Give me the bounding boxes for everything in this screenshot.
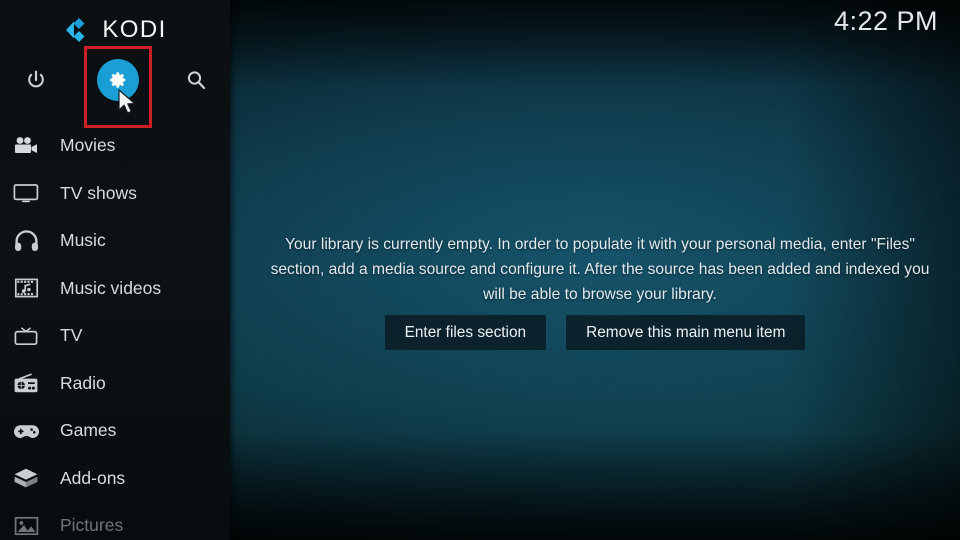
sidebar-item-label: Music videos [60,277,162,298]
sidebar-item-games[interactable]: Games [0,407,230,455]
sidebar-item-label: Movies [60,135,116,156]
movie-camera-icon [8,131,44,161]
sidebar-menu: Movies TV shows Music Music videos TV Ra… [0,122,230,540]
sidebar-item-label: Music [60,230,106,251]
search-button[interactable] [174,58,218,102]
sidebar-item-label: TV [60,325,83,346]
kodi-logo-icon [66,18,85,42]
brand-name: KODI [102,16,167,43]
search-icon [187,71,206,90]
clock: 4:22 PM [833,6,938,36]
kodi-home-screen: 4:22 PM Your library is currently empty.… [0,0,960,540]
top-icon-row [0,56,230,106]
sidebar-item-label: Pictures [60,515,124,536]
picture-frame-icon [8,511,44,540]
sidebar-item-tv-shows[interactable]: TV shows [0,170,230,218]
sidebar: KODI Movies TV shows Music Music videos … [0,0,230,540]
headphones-icon [8,226,44,256]
empty-library-message: Your library is currently empty. In orde… [270,236,930,303]
radio-icon [8,368,44,398]
power-icon [28,70,44,88]
action-button-row: Enter files section Remove this main men… [230,315,960,350]
power-button[interactable] [14,58,58,102]
sidebar-item-add-ons[interactable]: Add-ons [0,455,230,503]
gear-icon [110,72,126,88]
sidebar-item-radio[interactable]: Radio [0,360,230,408]
tv-antenna-icon [8,321,44,351]
mouse-cursor [118,89,136,114]
film-music-icon [8,273,44,303]
sidebar-item-music[interactable]: Music [0,217,230,265]
sidebar-item-tv[interactable]: TV [0,312,230,360]
sidebar-item-label: Games [60,420,117,441]
sidebar-item-movies[interactable]: Movies [0,122,230,170]
gamepad-icon [8,416,44,446]
sidebar-item-pictures[interactable]: Pictures [0,502,230,540]
sidebar-item-label: TV shows [60,182,137,203]
addon-box-icon [8,463,44,493]
enter-files-section-button[interactable]: Enter files section [384,315,547,350]
sidebar-item-label: Radio [60,372,106,393]
sidebar-item-music-videos[interactable]: Music videos [0,265,230,313]
tv-monitor-icon [8,178,44,208]
brand-logo: KODI [0,8,230,52]
remove-main-menu-item-button[interactable]: Remove this main menu item [566,315,806,350]
sidebar-item-label: Add-ons [60,467,126,488]
